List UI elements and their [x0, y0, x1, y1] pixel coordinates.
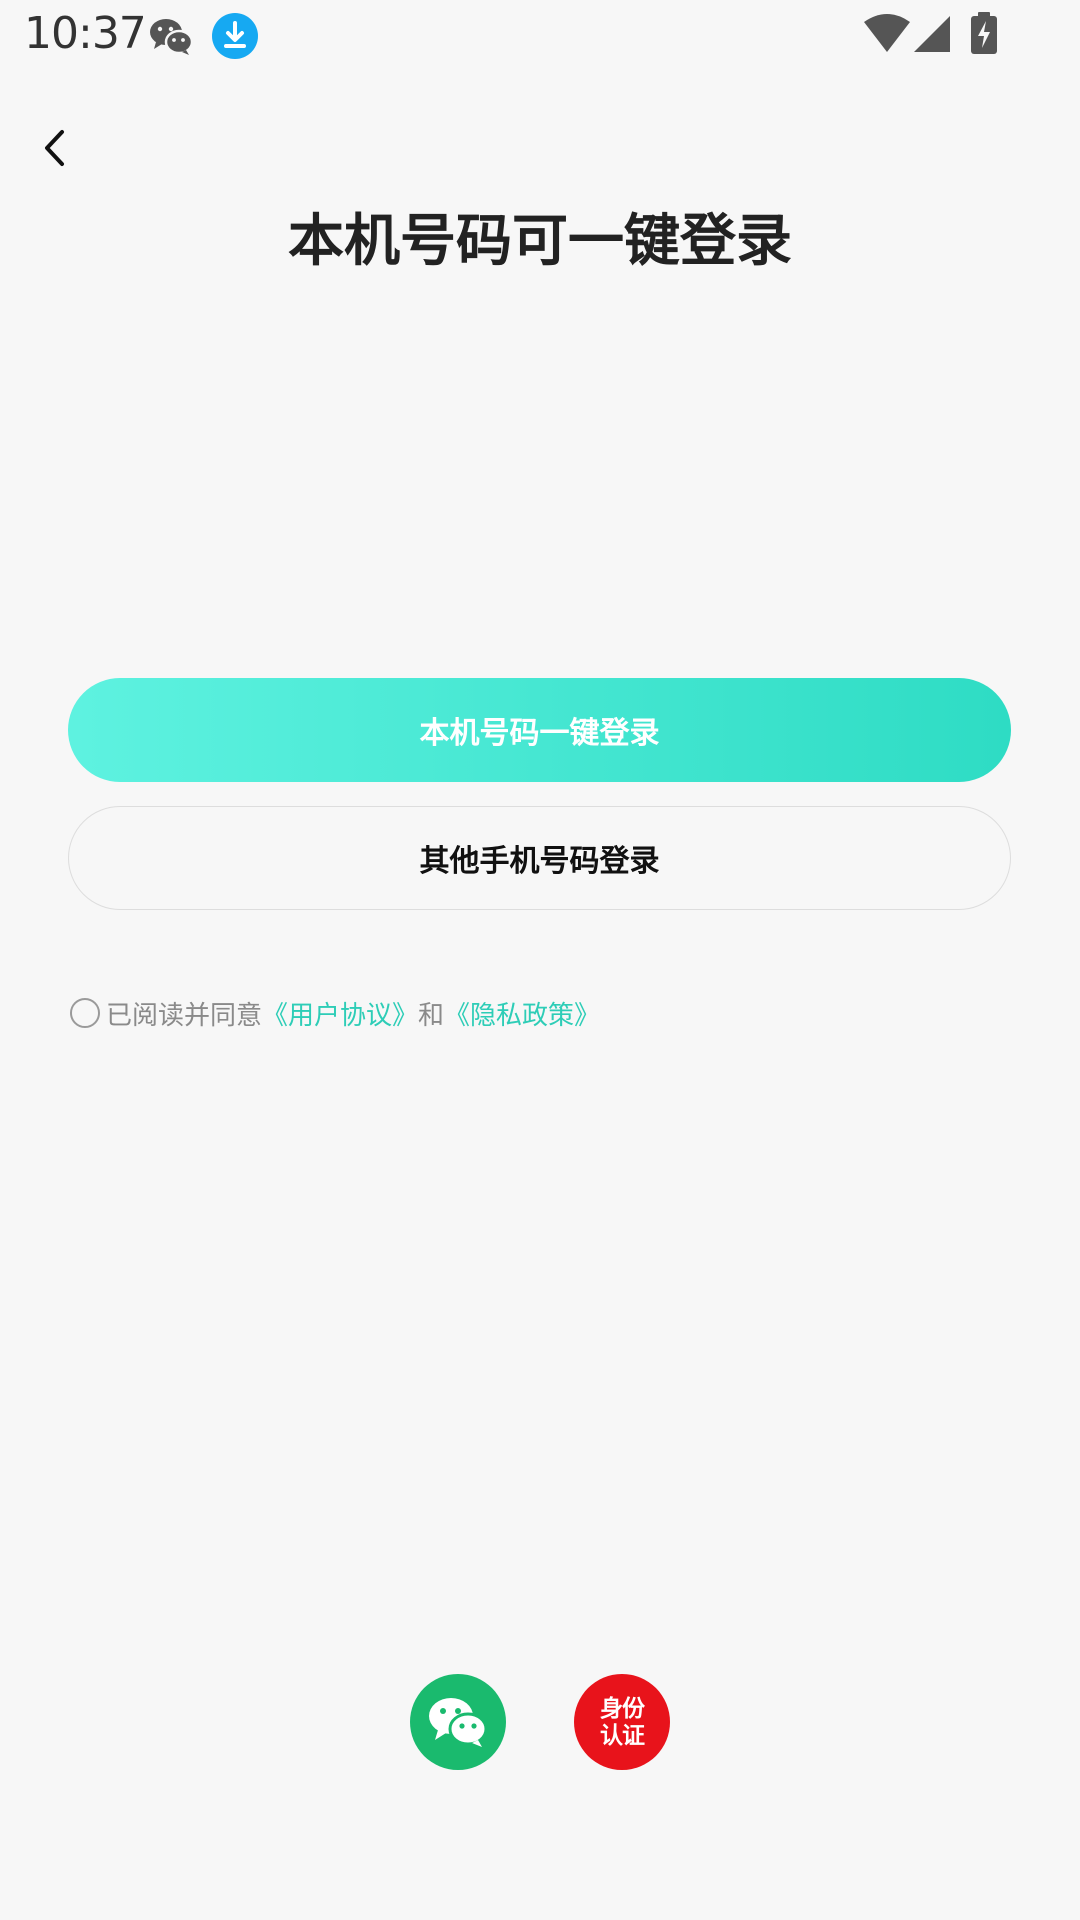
status-bar: 10:37	[0, 0, 1080, 72]
agreement-prefix: 已阅读并同意	[106, 1000, 263, 1031]
agreement-row: 已阅读并同意 《用户协议》 和 《隐私政策》	[70, 993, 600, 1033]
identity-auth-button[interactable]: 身份 认证	[574, 1674, 670, 1770]
privacy-policy-link[interactable]: 《隐私政策》	[444, 995, 600, 1032]
page-title: 本机号码可一键登录	[288, 209, 792, 274]
one-click-login-label: 本机号码一键登录	[419, 716, 660, 751]
agreement-checkbox[interactable]	[70, 998, 100, 1028]
signal-icon	[914, 16, 950, 52]
user-agreement-link[interactable]: 《用户协议》	[262, 995, 418, 1032]
other-number-login-button[interactable]: 其他手机号码登录	[68, 806, 1011, 910]
wechat-icon	[429, 1698, 488, 1747]
download-icon	[212, 13, 258, 59]
wifi-icon	[864, 14, 910, 52]
identity-auth-label: 身份 认证	[600, 1695, 645, 1749]
identity-auth-line1: 身份	[600, 1695, 645, 1722]
battery-charging-icon	[971, 12, 997, 54]
agreement-conjunction: 和	[418, 1000, 445, 1031]
wechat-icon	[150, 19, 194, 55]
wechat-login-button[interactable]	[410, 1674, 506, 1770]
status-time: 10:37	[24, 8, 147, 59]
back-button[interactable]	[34, 126, 74, 170]
identity-auth-line2: 认证	[600, 1722, 645, 1749]
other-number-login-label: 其他手机号码登录	[419, 844, 660, 879]
one-click-login-button[interactable]: 本机号码一键登录	[68, 678, 1011, 782]
chevron-left-icon	[45, 130, 64, 166]
